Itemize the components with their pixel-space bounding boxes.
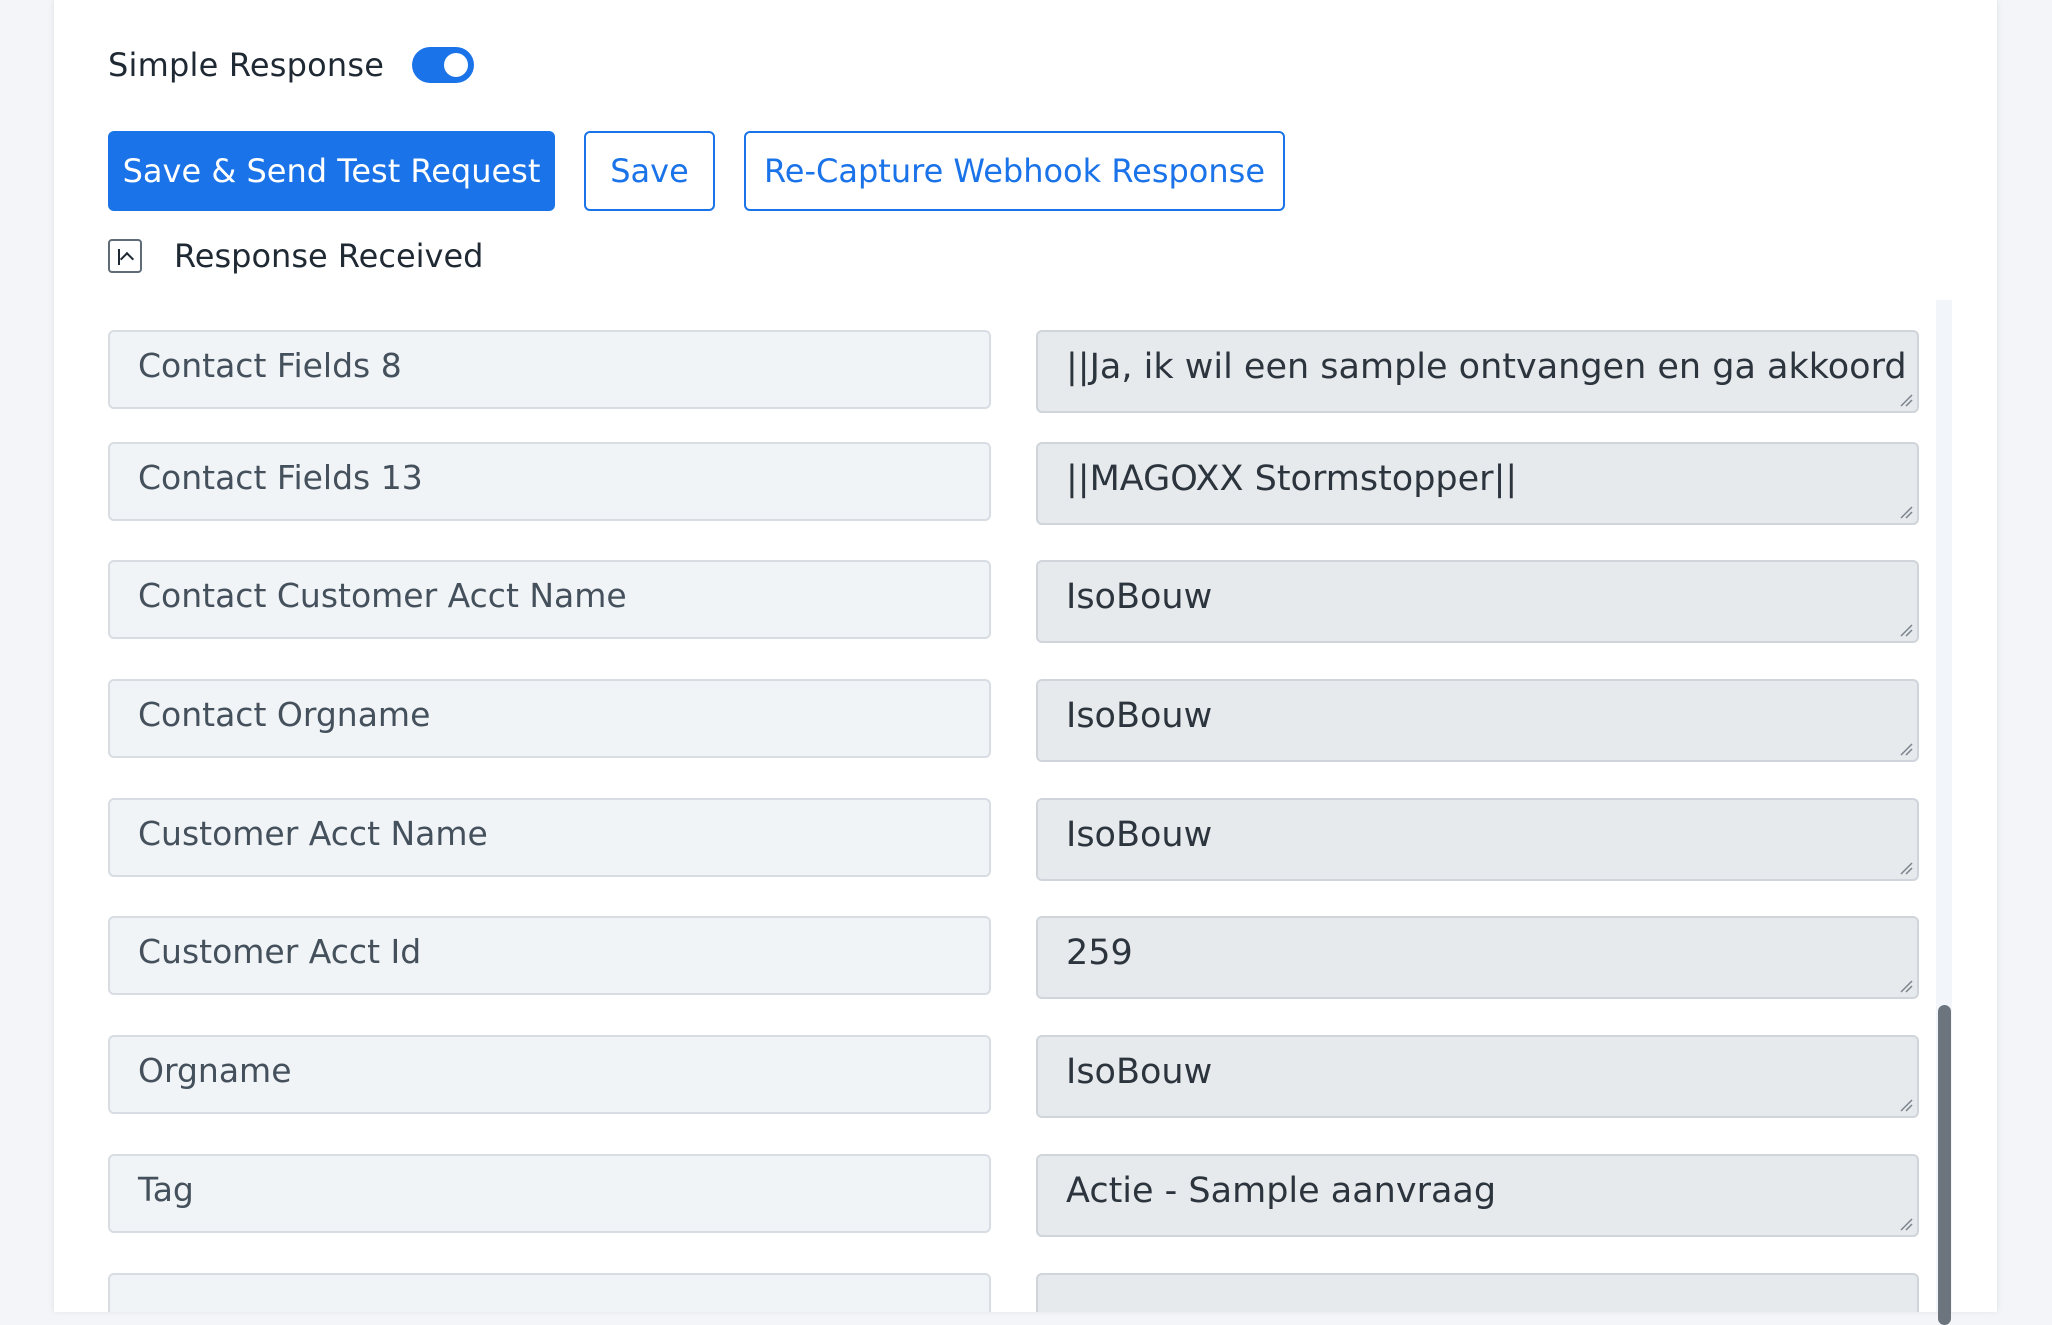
action-buttons: Save & Send Test Request Save Re-Capture…	[108, 131, 1285, 211]
field-value[interactable]: IsoBouw	[1036, 560, 1919, 643]
field-row: Customer Acct Id 259	[108, 916, 1920, 1000]
field-row	[108, 1273, 1920, 1312]
resize-grip-icon[interactable]	[1899, 979, 1913, 993]
field-key[interactable]	[108, 1273, 991, 1312]
field-value-text: 259	[1066, 933, 1133, 973]
field-key[interactable]: Contact Customer Acct Name	[108, 560, 991, 639]
field-value[interactable]: IsoBouw	[1036, 798, 1919, 881]
field-row: Contact Fields 13 ||MAGOXX Stormstopper|…	[108, 442, 1920, 526]
field-key[interactable]: Contact Fields 13	[108, 442, 991, 521]
field-value-text: ||MAGOXX Stormstopper||	[1066, 459, 1518, 499]
resize-grip-icon[interactable]	[1899, 1217, 1913, 1231]
save-send-test-request-button[interactable]: Save & Send Test Request	[108, 131, 555, 211]
field-value[interactable]	[1036, 1273, 1919, 1312]
toggle-knob	[444, 53, 469, 77]
simple-response-label: Simple Response	[108, 46, 385, 84]
field-row: Contact Fields 8 ||Ja, ik wil een sample…	[108, 330, 1920, 414]
field-value[interactable]: Actie - Sample aanvraag	[1036, 1154, 1919, 1237]
field-row: Contact Customer Acct Name IsoBouw	[108, 560, 1920, 644]
field-key[interactable]: Contact Fields 8	[108, 330, 991, 409]
field-key[interactable]: Contact Orgname	[108, 679, 991, 758]
field-value-text: IsoBouw	[1066, 815, 1213, 855]
field-key[interactable]: Orgname	[108, 1035, 991, 1114]
recapture-webhook-response-button[interactable]: Re-Capture Webhook Response	[744, 131, 1285, 211]
field-row: Orgname IsoBouw	[108, 1035, 1920, 1119]
field-value[interactable]: IsoBouw	[1036, 1035, 1919, 1118]
field-value-text: ||Ja, ik wil een sample ontvangen en ga …	[1066, 347, 1907, 387]
field-value-text: IsoBouw	[1066, 696, 1213, 736]
field-value-text: IsoBouw	[1066, 1052, 1213, 1092]
field-row: Tag Actie - Sample aanvraag	[108, 1154, 1920, 1238]
field-value-text: Actie - Sample aanvraag	[1066, 1171, 1497, 1211]
field-value[interactable]: IsoBouw	[1036, 679, 1919, 762]
field-row: Contact Orgname IsoBouw	[108, 679, 1920, 763]
resize-grip-icon[interactable]	[1899, 505, 1913, 519]
scrollbar-track[interactable]	[1936, 300, 1952, 1325]
field-row: Customer Acct Name IsoBouw	[108, 798, 1920, 882]
scrollbar-thumb[interactable]	[1938, 1005, 1951, 1325]
simple-response-toggle[interactable]	[412, 47, 475, 83]
field-value[interactable]: ||Ja, ik wil een sample ontvangen en ga …	[1036, 330, 1919, 413]
response-received-header: Response Received	[108, 234, 483, 278]
field-value[interactable]: ||MAGOXX Stormstopper||	[1036, 442, 1919, 525]
chevron-up-icon[interactable]	[108, 239, 142, 273]
field-key[interactable]: Customer Acct Id	[108, 916, 991, 995]
response-fields-list: Contact Fields 8 ||Ja, ik wil een sample…	[108, 300, 1938, 1312]
simple-response-row: Simple Response	[108, 40, 475, 90]
resize-grip-icon[interactable]	[1899, 623, 1913, 637]
resize-grip-icon[interactable]	[1899, 861, 1913, 875]
save-button[interactable]: Save	[584, 131, 715, 211]
response-received-label: Response Received	[174, 237, 484, 275]
field-key[interactable]: Tag	[108, 1154, 991, 1233]
field-key[interactable]: Customer Acct Name	[108, 798, 991, 877]
field-value-text: IsoBouw	[1066, 577, 1213, 617]
resize-grip-icon[interactable]	[1899, 393, 1913, 407]
resize-grip-icon[interactable]	[1899, 1098, 1913, 1112]
resize-grip-icon[interactable]	[1899, 742, 1913, 756]
field-value[interactable]: 259	[1036, 916, 1919, 999]
